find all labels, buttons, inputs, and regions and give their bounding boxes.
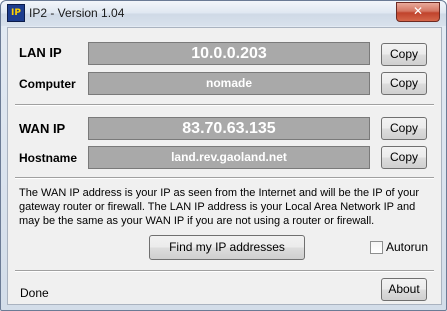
find-ip-button[interactable]: Find my IP addresses (149, 235, 305, 260)
app-icon: IP (7, 4, 25, 22)
close-icon: ✕ (412, 4, 424, 18)
window-title: IP2 - Version 1.04 (29, 6, 125, 20)
wan-ip-label: WAN IP (19, 121, 66, 136)
copy-lan-ip-button[interactable]: Copy (381, 43, 427, 66)
autorun-checkbox[interactable] (370, 241, 383, 254)
status-text: Done (20, 286, 49, 300)
status-divider (15, 270, 434, 272)
computer-field: nomade (88, 72, 370, 95)
title-bar[interactable]: IP IP2 - Version 1.04 ✕ (1, 1, 446, 26)
autorun-label[interactable]: Autorun (386, 240, 428, 254)
lan-ip-label: LAN IP (19, 45, 62, 60)
lan-ip-field: 10.0.0.203 (88, 42, 370, 65)
computer-label: Computer (19, 77, 76, 91)
description-text: The WAN IP address is your IP as seen fr… (19, 187, 420, 227)
wan-ip-field: 83.70.63.135 (88, 117, 370, 140)
about-button[interactable]: About (381, 278, 427, 301)
close-button[interactable]: ✕ (396, 2, 440, 22)
copy-computer-button[interactable]: Copy (381, 72, 427, 95)
ip2-window: IP IP2 - Version 1.04 ✕ LAN IP 10.0.0.20… (0, 0, 447, 311)
copy-hostname-button[interactable]: Copy (381, 146, 427, 169)
section-divider (15, 177, 434, 179)
hostname-field: land.rev.gaoland.net (88, 146, 370, 169)
hostname-label: Hostname (19, 151, 78, 165)
client-area: LAN IP 10.0.0.203 Copy Computer nomade C… (7, 27, 442, 305)
copy-wan-ip-button[interactable]: Copy (381, 117, 427, 140)
section-divider (15, 104, 434, 106)
